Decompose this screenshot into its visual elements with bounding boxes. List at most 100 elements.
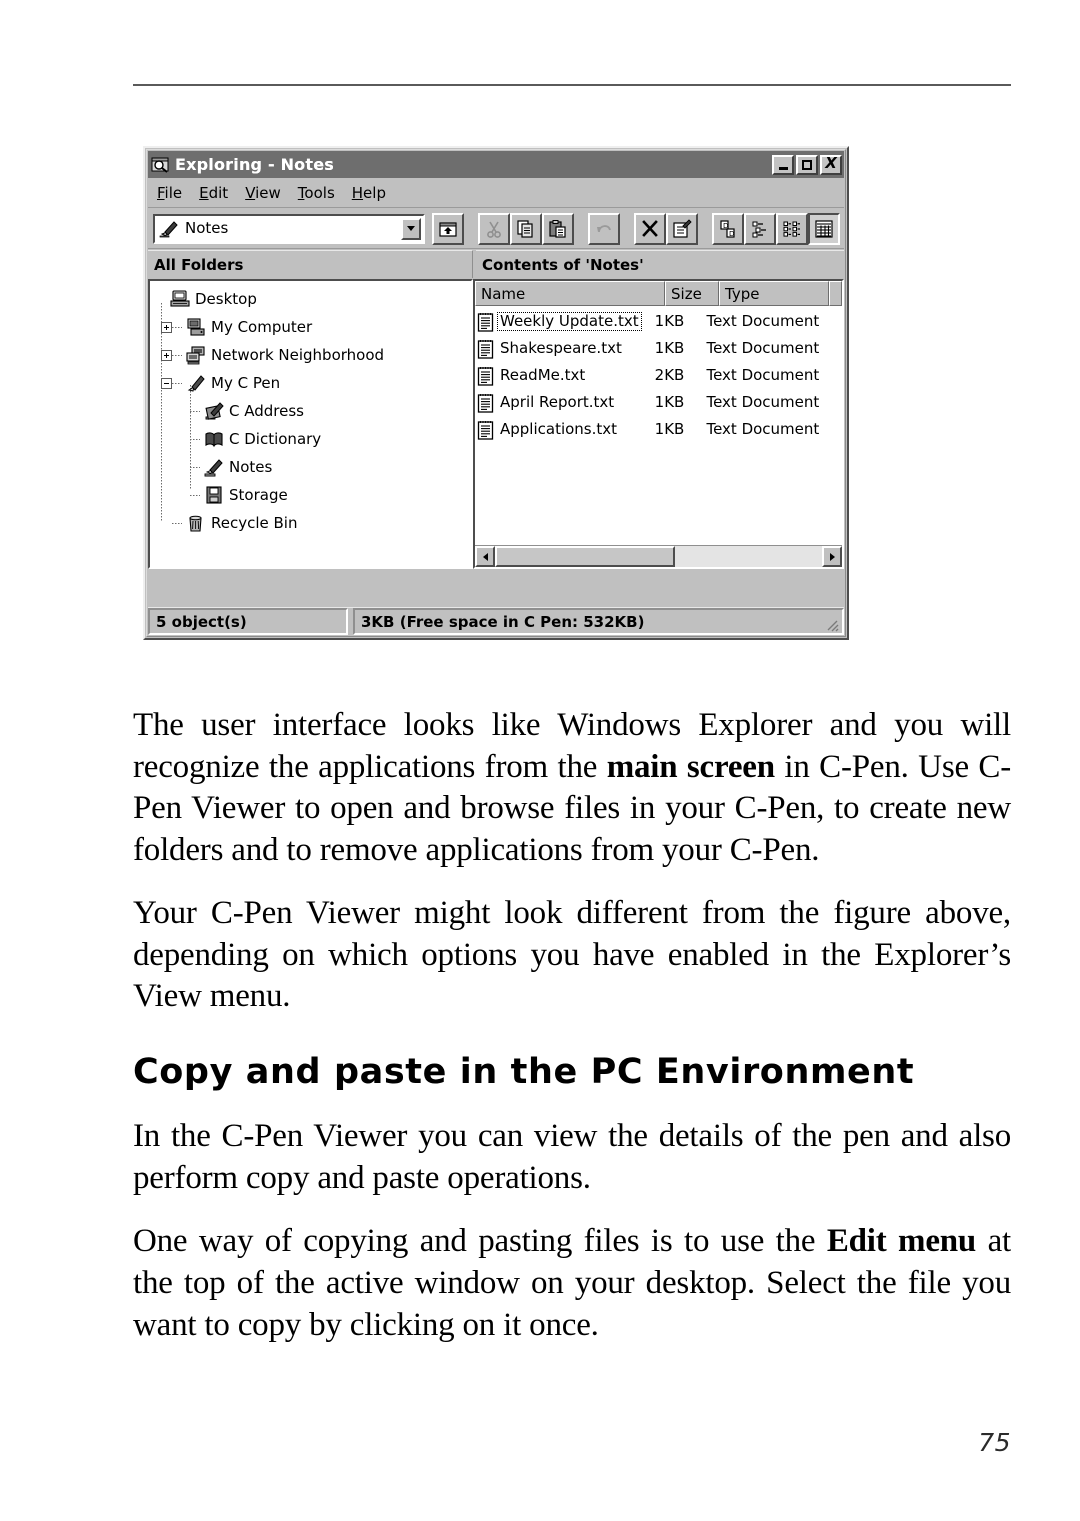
tree-item-my-computer[interactable]: My Computer	[155, 313, 471, 341]
para4-part-a: One way of copying and pasting files is …	[133, 1223, 827, 1260]
up-one-level-button[interactable]	[432, 212, 464, 245]
page-number: 75	[978, 1428, 1011, 1457]
file-name-cell[interactable]: Weekly Update.txt	[475, 312, 649, 332]
tree-item-network-neighborhood[interactable]: Network Neighborhood	[155, 341, 471, 369]
large-icons-button[interactable]: D D	[712, 212, 744, 245]
address-value: Notes	[185, 219, 229, 237]
toolbar-group-undo	[588, 212, 620, 245]
status-object-count: 5 object(s)	[148, 608, 348, 635]
paragraph-1: The user interface looks like Windows Ex…	[133, 705, 1011, 871]
toolbar: Notes D D	[148, 209, 844, 249]
tree-item-label: Storage	[229, 485, 288, 504]
network-neighborhood-icon	[185, 345, 207, 365]
file-list-pane[interactable]: Name Size Type Weekly Update.txt 1KB Tex…	[473, 279, 844, 569]
title-bar[interactable]: Exploring - Notes X	[148, 151, 844, 178]
list-view-button[interactable]	[776, 212, 808, 245]
table-row[interactable]: April Report.txt 1KB Text Document	[475, 389, 842, 416]
my-computer-icon	[185, 317, 207, 337]
menu-item-help[interactable]: Help	[352, 186, 386, 201]
file-type-cell: Text Document	[706, 366, 820, 384]
file-type-cell: Text Document	[706, 339, 820, 357]
scroll-right-icon[interactable]	[822, 546, 842, 567]
window-controls: X	[772, 154, 842, 175]
file-name-cell[interactable]: April Report.txt	[475, 393, 649, 413]
tree-item-recycle-bin[interactable]: Recycle Bin	[155, 509, 471, 537]
tree-item-storage[interactable]: Storage	[155, 481, 471, 509]
c-dictionary-icon	[203, 429, 225, 449]
copy-button[interactable]	[510, 212, 542, 245]
file-type-cell: Text Document	[706, 312, 820, 330]
menu-item-tools[interactable]: Tools	[298, 186, 335, 201]
file-name-label: Shakespeare.txt	[500, 339, 622, 357]
tree-item-desktop[interactable]: Desktop	[155, 285, 471, 313]
resize-grip-icon[interactable]	[826, 618, 839, 632]
tree-item-label: C Address	[229, 401, 304, 420]
notes-pen-icon	[203, 457, 225, 477]
file-size-cell: 1KB	[654, 393, 685, 411]
desktop-icon	[169, 289, 191, 309]
list-column-headers: Name Size Type	[475, 281, 842, 306]
tree-item-c-dictionary[interactable]: C Dictionary	[155, 425, 471, 453]
expand-toggle-icon[interactable]	[161, 321, 172, 333]
address-combobox[interactable]: Notes	[153, 213, 425, 244]
file-name-cell[interactable]: Shakespeare.txt	[475, 339, 649, 359]
file-size-cell: 1KB	[654, 339, 685, 357]
collapse-toggle-icon[interactable]	[161, 377, 172, 389]
folder-tree-pane[interactable]: Desktop My Computer Network Neighborhood…	[148, 279, 473, 569]
close-button[interactable]: X	[820, 154, 842, 175]
file-list-rows: Weekly Update.txt 1KB Text Document Shak…	[475, 306, 842, 443]
menu-bar: File Edit View Tools Help	[148, 180, 844, 208]
expand-toggle-icon[interactable]	[161, 349, 172, 361]
column-header-size[interactable]: Size	[665, 281, 719, 306]
undo-button[interactable]	[588, 212, 620, 245]
table-row[interactable]: Applications.txt 1KB Text Document	[475, 416, 842, 443]
file-name-label: Applications.txt	[500, 420, 618, 438]
para1-bold: main screen	[606, 748, 775, 785]
text-document-icon	[477, 339, 494, 359]
table-row[interactable]: Shakespeare.txt 1KB Text Document	[475, 335, 842, 362]
tree-item-notes[interactable]: Notes	[155, 453, 471, 481]
table-row[interactable]: ReadMe.txt 2KB Text Document	[475, 362, 842, 389]
paste-button[interactable]	[542, 212, 574, 245]
scrollbar-thumb[interactable]	[495, 546, 675, 567]
text-document-icon	[477, 420, 494, 440]
column-header-type[interactable]: Type	[719, 281, 829, 306]
small-icons-button[interactable]	[744, 212, 776, 245]
tree-item-label: My Computer	[211, 317, 313, 336]
tree-item-label: Recycle Bin	[211, 513, 298, 532]
svg-text:D: D	[729, 230, 734, 238]
contents-header: Contents of 'Notes'	[476, 250, 844, 278]
section-heading: Copy and paste in the PC Environment	[133, 1052, 915, 1093]
tree-item-c-address[interactable]: C Address	[155, 397, 471, 425]
scrollbar-track[interactable]	[675, 546, 822, 567]
file-name-cell[interactable]: ReadMe.txt	[475, 366, 649, 386]
menu-item-file[interactable]: File	[157, 186, 182, 201]
details-view-button[interactable]	[808, 212, 840, 245]
menu-item-view[interactable]: View	[245, 186, 281, 201]
para4-bold: Edit menu	[826, 1223, 977, 1260]
file-size-cell: 1KB	[654, 312, 685, 330]
status-details: 3KB (Free space in C Pen: 532KB)	[353, 608, 844, 635]
scroll-left-icon[interactable]	[475, 546, 495, 567]
cut-button[interactable]	[478, 212, 510, 245]
c-pen-icon	[185, 373, 207, 393]
text-document-icon	[477, 393, 494, 413]
horizontal-scrollbar[interactable]	[475, 545, 842, 567]
properties-button[interactable]	[666, 212, 698, 245]
column-header-filler	[829, 281, 842, 306]
tree-item-label: Notes	[229, 457, 273, 476]
tree-item-my-c-pen[interactable]: My C Pen	[155, 369, 471, 397]
file-name-cell[interactable]: Applications.txt	[475, 420, 649, 440]
text-document-icon	[477, 312, 494, 332]
delete-button[interactable]	[634, 212, 666, 245]
file-name-label: ReadMe.txt	[500, 366, 586, 384]
status-bar: 5 object(s) 3KB (Free space in C Pen: 53…	[148, 607, 844, 635]
menu-item-edit[interactable]: Edit	[199, 186, 228, 201]
maximize-button[interactable]	[796, 154, 818, 175]
storage-icon	[203, 485, 225, 505]
explorer-window: Exploring - Notes X File Edit View Tools…	[143, 146, 849, 640]
minimize-button[interactable]	[772, 154, 794, 175]
column-header-name[interactable]: Name	[475, 281, 665, 306]
chevron-down-icon[interactable]	[401, 217, 421, 240]
table-row[interactable]: Weekly Update.txt 1KB Text Document	[475, 308, 842, 335]
